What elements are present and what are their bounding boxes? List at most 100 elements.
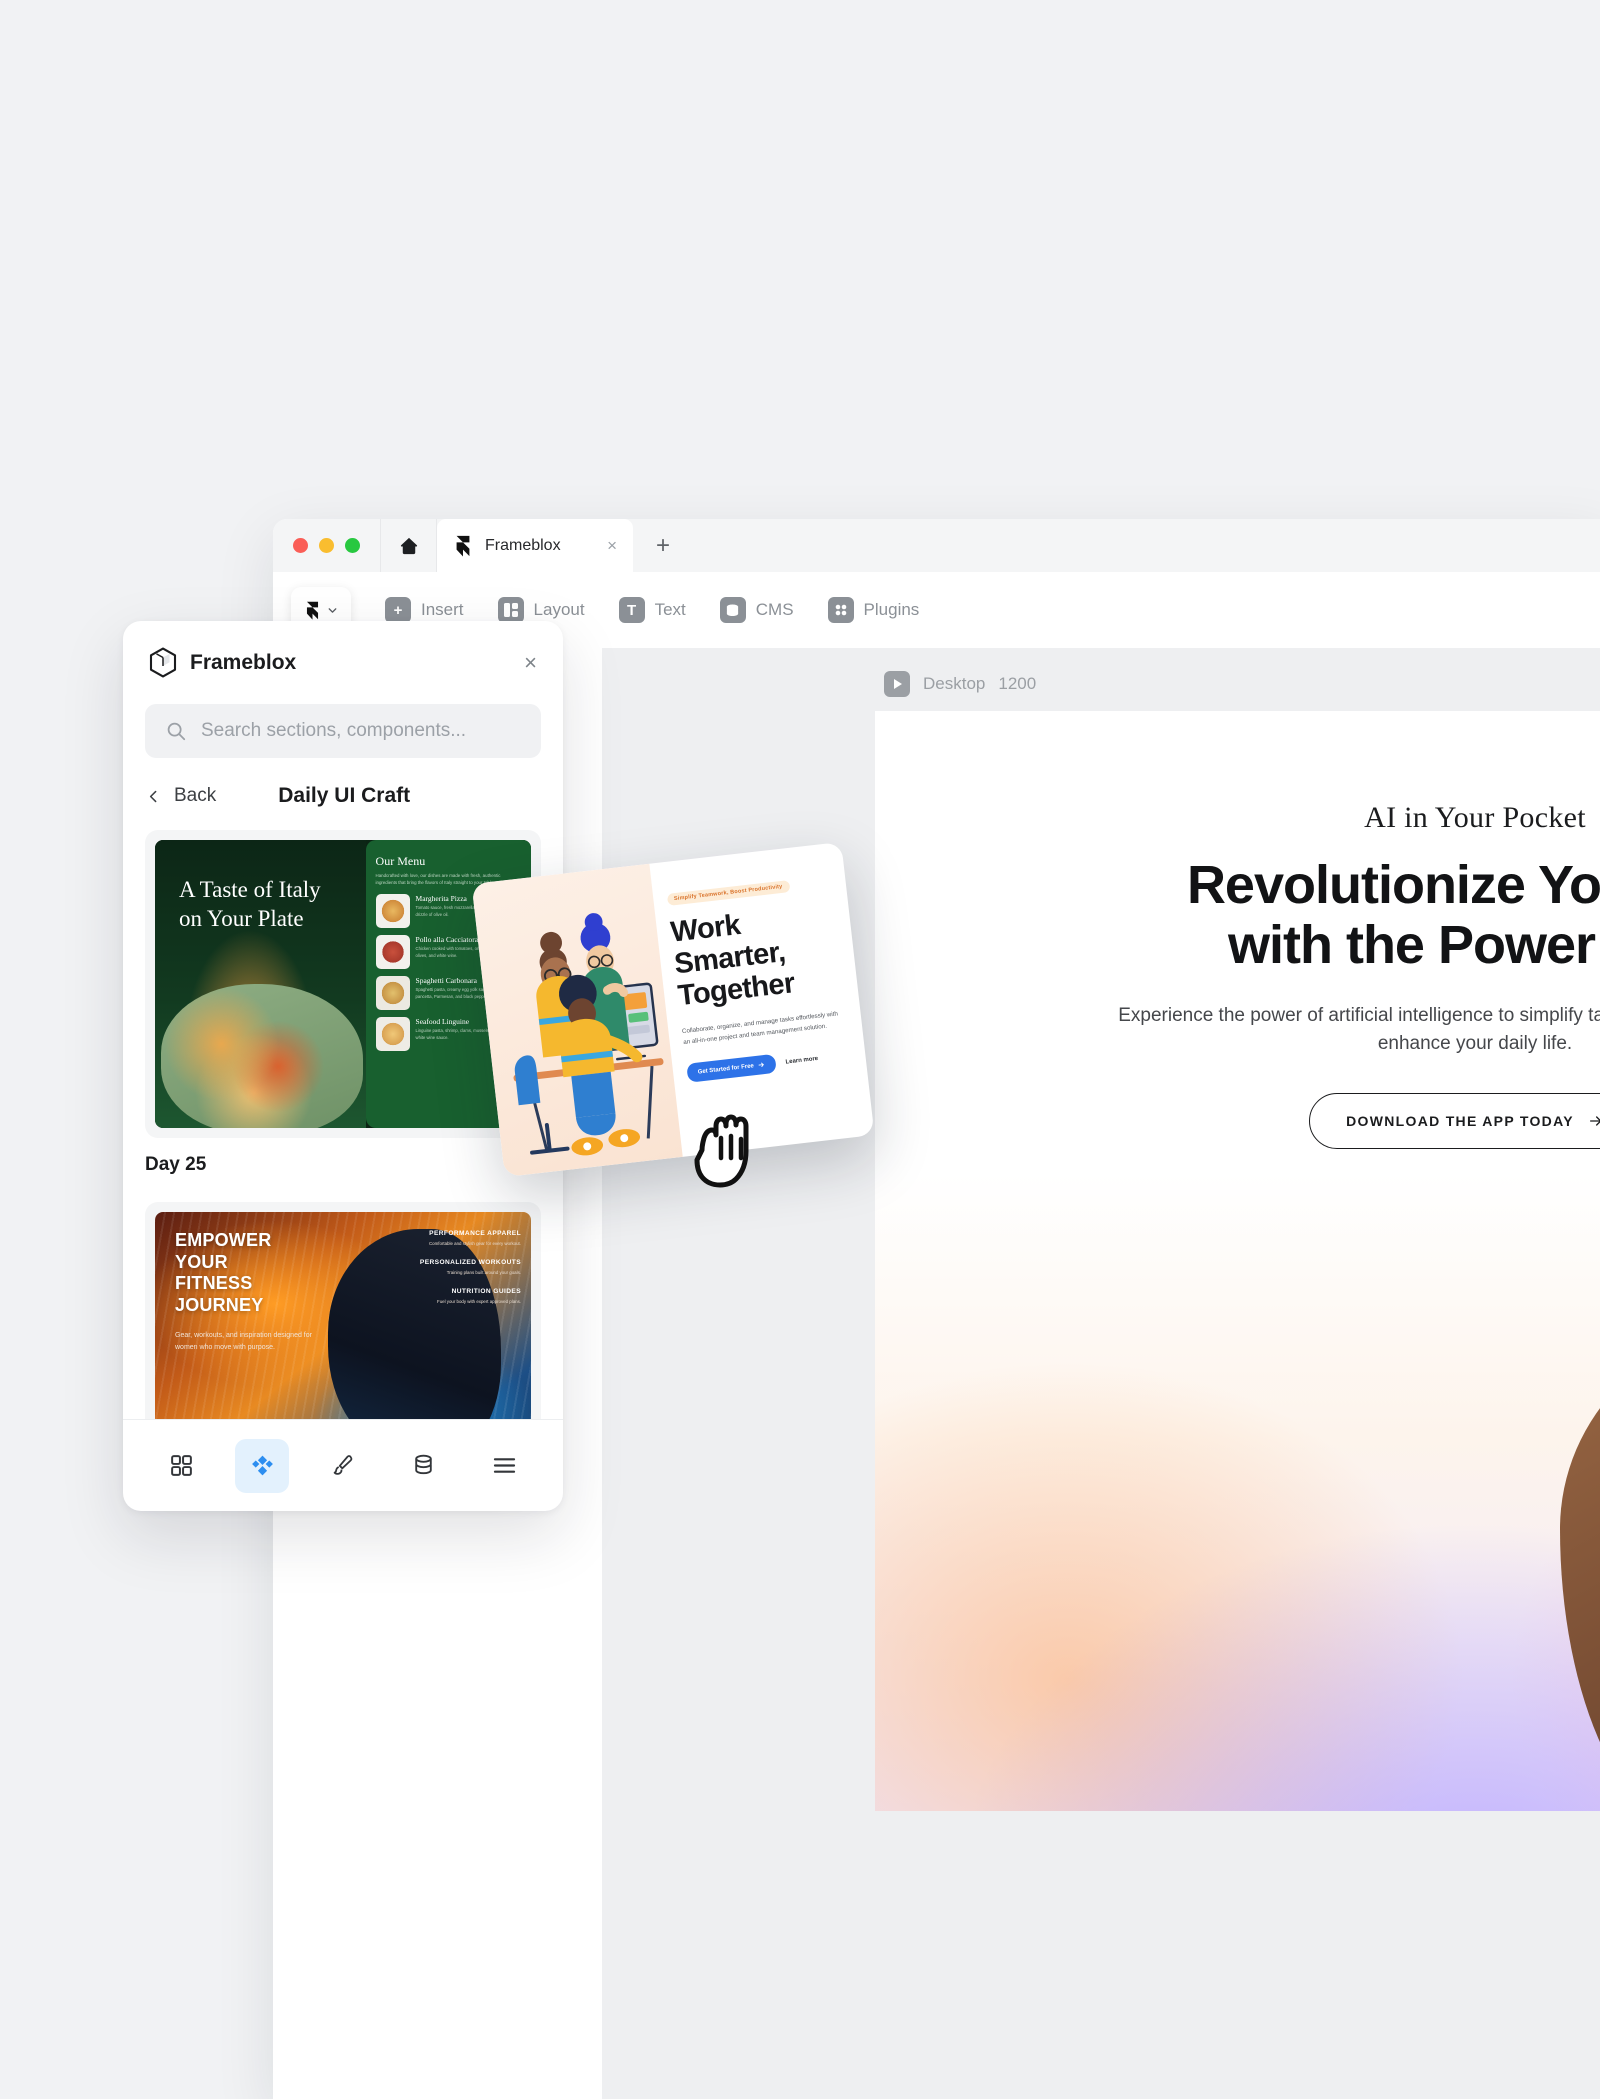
grab-hand-cursor [694,1114,749,1188]
hero-subtext: Experience the power of artificial intel… [1118,1004,1600,1055]
dish-thumbnail [375,976,410,1011]
close-window-button[interactable] [293,538,308,553]
database-icon [719,597,746,623]
hexagon-cube-icon [149,647,177,678]
secondary-button[interactable]: Learn more [785,1056,818,1066]
home-button[interactable] [381,519,437,572]
search-icon [167,722,186,741]
toolbar-item-text[interactable]: T Text [607,587,698,633]
card-label: Day 25 [145,1154,207,1175]
illustration-panel [471,863,683,1178]
maximize-window-button[interactable] [345,538,360,553]
arrow-right-icon [758,1063,764,1068]
feature-desc: Comfortable and stylish gear for every w… [429,1241,521,1246]
panel-dock [123,1419,563,1511]
card-heading: Work Smarter, Together [669,908,797,1013]
layout-icon [497,597,524,623]
dish-thumbnail [375,935,410,970]
search-placeholder: Search sections, components... [201,720,467,741]
feature-desc: Fuel your body with expert approved plan… [437,1299,521,1305]
toolbar-item-cms[interactable]: CMS [708,587,806,633]
menu-title: Our Menu [375,854,426,868]
list-item[interactable]: EMPOWER YOUR FITNESS JOURNEY Gear, workouts… [145,1202,541,1419]
brush-icon [334,1455,353,1475]
pasta-photo [161,984,364,1128]
dock-item-styles[interactable] [316,1439,370,1493]
close-tab-button[interactable]: × [607,537,617,554]
toolbar-item-label: Insert [421,600,464,619]
primary-button-label: Get Started for Free [697,1063,755,1076]
hero-heading-line1: Revolutionize Your Day [1186,855,1600,915]
panel-nav-row: Back Daily UI Craft [123,758,563,808]
hero-eyebrow: AI in Your Pocket [1364,801,1586,834]
drag-cursor [686,1106,772,1198]
dock-item-menu[interactable] [478,1439,532,1493]
menu-icon [493,1458,516,1473]
italian-hero: A Taste of Italy on Your Plate [155,840,366,1128]
panel-header: Frameblox × [123,621,563,686]
database-icon [415,1454,433,1475]
browser-tab[interactable]: Frameblox × [437,519,633,572]
phone-in-hand-illustration [1530,1141,1600,1811]
fitness-template: EMPOWER YOUR FITNESS JOURNEY Gear, workouts… [155,1212,531,1419]
plus-icon: + [385,597,411,623]
hero-cta-label: DOWNLOAD THE APP TODAY [1346,1112,1574,1129]
feature-title: PERFORMANCE APPAREL [429,1230,521,1237]
minimize-window-button[interactable] [319,538,334,553]
arrow-right-icon [1589,1116,1600,1126]
people-at-desk-illustration [513,913,664,1156]
panel-close-button[interactable]: × [524,651,537,674]
dock-item-cms[interactable] [397,1439,451,1493]
dock-item-components[interactable] [154,1439,208,1493]
home-icon [400,537,417,554]
list-item[interactable]: A Taste of Italy on Your Plate Our Menu H… [145,830,541,1138]
frameblox-logo-icon [306,601,318,620]
artboard[interactable]: AI in Your Pocket Revolutionize Your Day… [875,711,1600,1811]
frameblox-logo-icon [456,535,470,557]
frameblox-blocks-icon [251,1455,273,1476]
toolbar-item-label: Layout [533,600,585,619]
category-title: Daily UI Craft [278,784,411,807]
hero-heading-line2: with the Power of AI [1227,915,1600,976]
toolbar-item-label: Plugins [863,600,920,619]
feature-title: NUTRITION GUIDES [451,1288,521,1296]
fitness-feature-list: PERFORMANCE APPAREL Comfortable and styl… [416,1230,521,1317]
hero-section: AI in Your Pocket Revolutionize Your Day… [875,711,1600,1149]
search-input[interactable]: Search sections, components... [145,704,541,758]
fitness-headline: EMPOWER YOUR FITNESS JOURNEY [175,1230,272,1315]
breakpoint-name: Desktop [923,674,986,693]
card-body-text: Collaborate, organize, and manage tasks … [681,1010,839,1046]
back-button-label: Back [174,785,217,806]
toolbar-item-label: Text [654,600,686,619]
breakpoint-width: 1200 [998,674,1037,693]
chevron-down-icon [328,607,336,613]
hero-heading: Revolutionize Your Day with the Power of… [875,855,1600,976]
feature-title: PERSONALIZED WORKOUTS [419,1259,521,1267]
dish-thumbnail [375,894,410,929]
panel-brand-name: Frameblox [190,650,297,674]
plugins-icon [827,597,854,623]
dish-thumbnail [375,1017,410,1052]
feature-desc: Training plans built around your goals. [446,1270,521,1276]
primary-button[interactable]: Get Started for Free [685,1054,777,1084]
breakpoint-label[interactable]: Desktop 1200 [884,671,1036,697]
back-button[interactable]: Back [145,785,216,807]
tab-title: Frameblox [485,536,561,554]
hand-shape [1560,1321,1600,1811]
dock-item-blocks[interactable] [235,1438,290,1493]
fitness-subtext: Gear, workouts, and inspiration designed… [175,1332,312,1351]
dragged-component-card[interactable]: Simplify Teamwork, Boost Productivity Wo… [471,841,875,1178]
play-icon [884,671,910,697]
text-icon: T [618,597,645,623]
toolbar-item-plugins[interactable]: Plugins [816,587,932,633]
window-controls[interactable] [273,519,381,572]
card-badge: Simplify Teamwork, Boost Productivity [666,880,791,906]
chevron-left-icon [149,790,157,802]
toolbar-item-label: CMS [755,600,794,619]
browser-titlebar: Frameblox × + [273,519,1600,572]
new-tab-button[interactable]: + [633,519,693,572]
card-preview-fitness[interactable]: EMPOWER YOUR FITNESS JOURNEY Gear, workouts… [155,1212,531,1419]
components-grid-icon [171,1455,192,1476]
card-button-group: Get Started for Free Learn more [685,1046,847,1084]
italian-headline: A Taste of Italy on Your Plate [179,877,321,931]
